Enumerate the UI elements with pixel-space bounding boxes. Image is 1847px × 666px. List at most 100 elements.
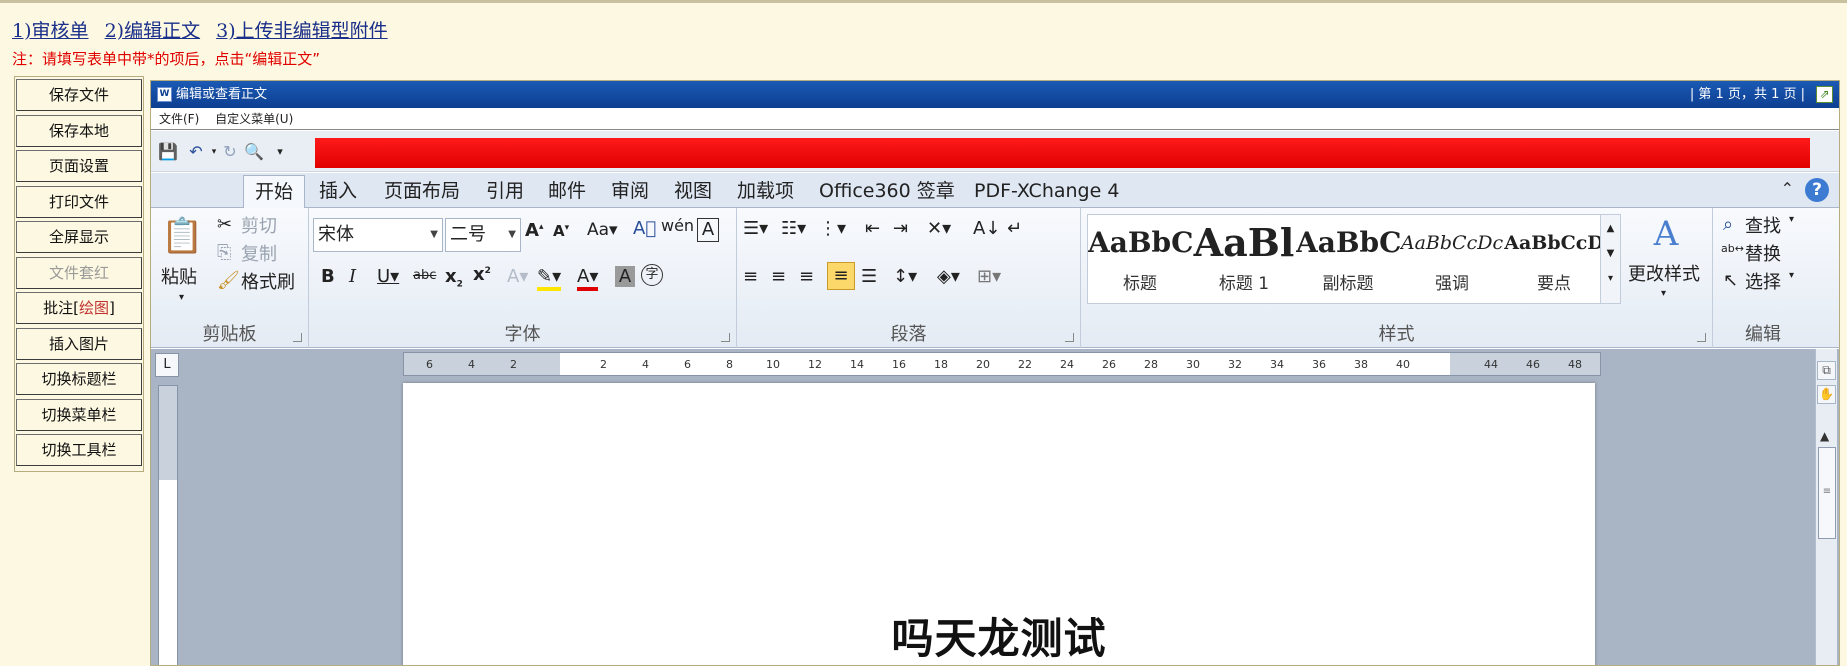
multilevel-list-icon[interactable]: ⋮▾ <box>819 218 846 239</box>
toggle-titlebar-button[interactable]: 切换标题栏 <box>16 363 142 395</box>
font-size-dropdown-icon[interactable]: ▼ <box>508 219 516 251</box>
tab-references[interactable]: 引用 <box>475 175 535 208</box>
font-name-select[interactable]: 宋体 ▼ <box>313 218 443 252</box>
change-case-icon[interactable]: Aa▾ <box>587 220 618 240</box>
styles-more-icon[interactable]: ▾ <box>1601 273 1620 284</box>
select-dropdown-icon[interactable]: ▾ <box>1789 270 1794 281</box>
styles-up-icon[interactable]: ▲ <box>1601 223 1620 234</box>
tab-page-layout[interactable]: 页面布局 <box>373 175 471 208</box>
subscript-icon[interactable]: x2 <box>445 266 463 290</box>
highlight-color-icon[interactable]: ✎▾ <box>537 266 562 291</box>
paste-dropdown-icon[interactable]: ▾ <box>179 292 184 303</box>
replace-button[interactable]: 替换 <box>1745 240 1781 266</box>
tab-addins[interactable]: 加载项 <box>726 175 805 208</box>
align-right-icon[interactable]: ≡ <box>799 266 814 287</box>
step-link-edit-body[interactable]: 2)编辑正文 <box>105 20 201 42</box>
borders-icon[interactable]: ⊞▾ <box>977 266 1001 287</box>
text-effects-icon[interactable]: A▾ <box>507 266 528 287</box>
insert-image-button[interactable]: 插入图片 <box>16 327 142 360</box>
redo-icon[interactable]: ↻ <box>219 142 241 162</box>
tab-review[interactable]: 审阅 <box>600 175 660 208</box>
scroll-thumb[interactable]: ≡ <box>1818 447 1836 539</box>
collapse-ribbon-icon[interactable]: ⌃ <box>1781 179 1794 198</box>
find-dropdown-icon[interactable]: ▾ <box>1789 214 1794 225</box>
step-link-review[interactable]: 1)审核单 <box>12 20 89 42</box>
clear-format-icon[interactable]: A⃠ <box>633 218 656 239</box>
italic-icon[interactable]: I <box>349 266 356 287</box>
style-strong[interactable]: AaBbCcD 要点 <box>1502 215 1606 303</box>
change-styles-icon[interactable]: A <box>1636 214 1696 254</box>
bullets-icon[interactable]: ☰▾ <box>743 218 768 239</box>
styles-launcher-icon[interactable] <box>1697 333 1706 342</box>
change-styles-button[interactable]: 更改样式 <box>1628 260 1700 286</box>
scroll-up-icon[interactable]: ▲ <box>1820 429 1829 443</box>
copy-button[interactable]: 复制 <box>241 240 277 266</box>
replace-icon[interactable]: ab↔ <box>1721 242 1744 255</box>
pan-hand-icon[interactable]: ✋ <box>1817 385 1836 404</box>
tab-home[interactable]: 开始 <box>243 175 306 208</box>
find-icon[interactable]: ⌕ <box>1723 214 1733 235</box>
bold-icon[interactable]: B <box>321 266 335 287</box>
phonetic-guide-icon[interactable]: wén <box>661 216 694 235</box>
style-subtitle[interactable]: AaBbC 副标题 <box>1296 215 1400 303</box>
save-local-button[interactable]: 保存本地 <box>16 114 142 147</box>
style-emphasis[interactable]: AaBbCcDc 强调 <box>1400 215 1504 303</box>
increase-indent-icon[interactable]: ⇥ <box>893 218 908 239</box>
decrease-indent-icon[interactable]: ⇤ <box>865 218 880 239</box>
copy-icon[interactable]: ⎘ <box>217 242 231 263</box>
align-left-icon[interactable]: ≡ <box>743 266 758 287</box>
cut-icon[interactable]: ✂ <box>217 214 232 235</box>
shrink-font-icon[interactable]: A▾ <box>553 222 569 240</box>
align-center-icon[interactable]: ≡ <box>771 266 786 287</box>
restore-window-icon[interactable]: ⇗ <box>1816 86 1833 103</box>
save-file-button[interactable]: 保存文件 <box>16 79 142 111</box>
line-spacing-icon[interactable]: ↕▾ <box>893 266 917 287</box>
tab-pdf-xchange[interactable]: PDF-XChange 4 <box>963 175 1130 208</box>
style-heading-1[interactable]: AaBl 标题 1 <box>1192 215 1296 303</box>
font-size-select[interactable]: 二号 ▼ <box>445 218 521 252</box>
annotate-draw-button[interactable]: 批注[绘图] <box>16 292 142 324</box>
tab-mailings[interactable]: 邮件 <box>537 175 597 208</box>
tab-insert[interactable]: 插入 <box>308 175 368 208</box>
document-title[interactable]: 吗天龙测试 <box>403 605 1595 665</box>
page-setup-button[interactable]: 页面设置 <box>16 150 142 182</box>
paste-button[interactable]: 粘贴 <box>161 263 197 289</box>
justify-icon[interactable]: ≡ <box>827 262 855 290</box>
menu-custom[interactable]: 自定义菜单(U) <box>215 112 293 126</box>
document-page[interactable]: 吗天龙测试 <box>403 383 1595 665</box>
find-button[interactable]: 查找 <box>1745 212 1781 238</box>
strikethrough-icon[interactable]: abc <box>413 268 436 283</box>
toggle-menubar-button[interactable]: 切换菜单栏 <box>16 398 142 431</box>
horizontal-ruler[interactable]: 6 4 2 2 4 6 8 10 12 14 16 18 20 22 24 26… <box>403 352 1601 376</box>
customize-qat-icon[interactable]: ▾ <box>269 142 291 162</box>
print-file-button[interactable]: 打印文件 <box>16 185 142 218</box>
vertical-ruler[interactable] <box>158 385 178 665</box>
tab-view[interactable]: 视图 <box>663 175 723 208</box>
tab-office360-seal[interactable]: Office360 签章 <box>808 175 966 208</box>
grow-font-icon[interactable]: A▴ <box>525 220 543 241</box>
step-link-upload-attachment[interactable]: 3)上传非编辑型附件 <box>216 20 388 42</box>
superscript-icon[interactable]: x2 <box>473 264 491 285</box>
menu-file[interactable]: 文件(F) <box>159 112 199 126</box>
font-name-dropdown-icon[interactable]: ▼ <box>430 219 438 251</box>
styles-down-icon[interactable]: ▼ <box>1601 248 1620 259</box>
distributed-icon[interactable]: ☰ <box>861 266 877 287</box>
font-color-icon[interactable]: A▾ <box>577 266 599 291</box>
split-view-icon[interactable]: ⧉ <box>1817 361 1836 380</box>
show-marks-icon[interactable]: ↵ <box>1007 218 1022 239</box>
cut-button[interactable]: 剪切 <box>241 212 277 238</box>
format-painter-icon[interactable]: 🖌 <box>217 270 240 291</box>
change-styles-dropdown-icon[interactable]: ▾ <box>1661 288 1666 299</box>
help-icon[interactable]: ? <box>1805 178 1829 202</box>
save-icon[interactable]: 💾 <box>157 142 179 162</box>
print-preview-icon[interactable]: 🔍 <box>243 142 265 162</box>
select-button[interactable]: 选择 <box>1745 268 1781 294</box>
numbering-icon[interactable]: ☷▾ <box>781 218 806 239</box>
chinese-layout-icon[interactable]: ✕▾ <box>927 218 951 239</box>
underline-icon[interactable]: U▾ <box>377 266 399 287</box>
character-shading-icon[interactable]: A <box>615 266 635 287</box>
sort-icon[interactable]: A↓ <box>973 218 1000 239</box>
clipboard-launcher-icon[interactable] <box>293 333 302 342</box>
tab-selector-icon[interactable]: L <box>155 353 179 377</box>
fullscreen-button[interactable]: 全屏显示 <box>16 221 142 253</box>
